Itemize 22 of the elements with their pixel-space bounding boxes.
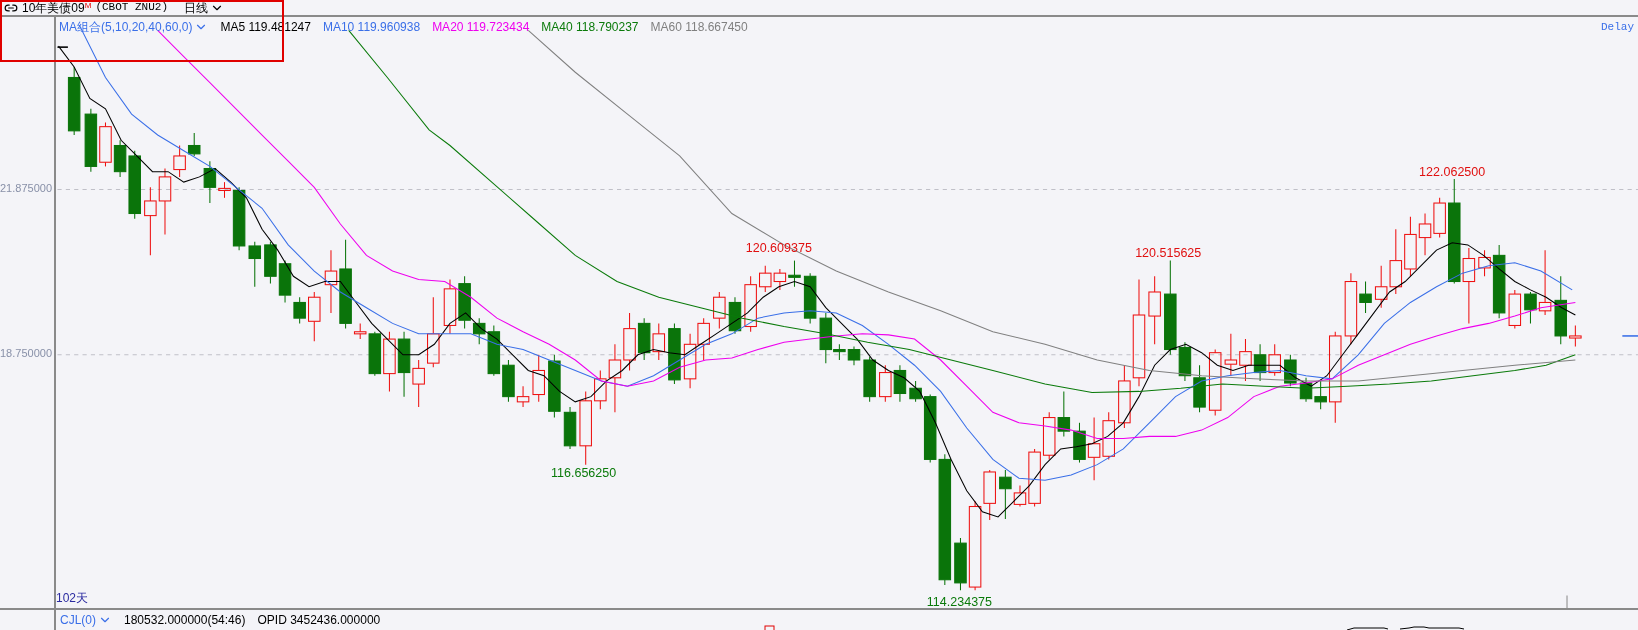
instrument-code: (CBOT ZNU2) [95,0,168,16]
price-annotation: 122.062500 [1419,164,1486,179]
indicator-value: MA10 119.960938 [322,19,421,36]
volume-indicator-dropdown[interactable]: CJL(0) [60,611,112,629]
period-dropdown[interactable]: 日线 [184,0,224,17]
span-label: 102天 [56,590,89,607]
price-annotation: 116.656250 [551,466,617,481]
axis-label: 21.875000 [0,183,52,195]
axis-label: 18.750000 [0,348,52,360]
indicator-value: MA40 118.790237 [541,19,639,36]
delay-label: Delay [1601,20,1634,35]
price-marker [1621,335,1638,337]
price-annotation: 114.234375 [926,594,993,608]
volume-value: OPID 3452436.000000 [257,612,381,629]
price-annotation: 120.609375 [745,241,812,256]
indicator-value: MA20 119.723434 [432,19,530,36]
price-annotation: 120.515625 [1135,246,1202,261]
instrument-name: 10年美债09$^{M}$ [22,0,92,17]
marker-line [56,46,69,48]
volume-value: 180532.000000(54:46) [124,612,246,629]
indicator-value: MA60 118.667450 [650,19,748,36]
indicator-dropdown[interactable]: MA组合(5,10,20,40,60,0) [59,18,209,36]
